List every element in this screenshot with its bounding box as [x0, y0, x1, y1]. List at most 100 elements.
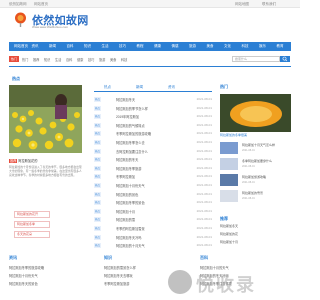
- nav-item[interactable]: 百科: [67, 44, 74, 49]
- bottom-link[interactable]: 冬季阿拉斯加旅游: [104, 281, 130, 286]
- caption-label[interactable]: 推荐 阿拉斯加花的: [9, 158, 82, 163]
- list-item[interactable]: 热点 阿拉斯加十月份天气 2021-08-01: [94, 182, 212, 190]
- right-list-item[interactable]: 阿拉斯加的雪景 2021-08-01: [220, 190, 291, 204]
- list-item-title[interactable]: 阿拉斯加十月: [116, 209, 135, 214]
- search-button[interactable]: [280, 56, 290, 62]
- list-item[interactable]: 热点 2019年阿拉斯加 2021-08-01: [94, 113, 212, 121]
- right-item-title[interactable]: 阿拉斯加的雪景: [242, 191, 263, 195]
- topbar-site-link[interactable]: 依然如故网: [9, 2, 27, 7]
- right-item-title[interactable]: 阿拉斯加十月天气怎么样: [242, 143, 275, 147]
- nav-item[interactable]: 情感: [172, 44, 179, 49]
- bottom-link[interactable]: 阿拉斯加冬季的旅游攻略: [9, 265, 44, 270]
- list-item-title[interactable]: 阿拉斯加的气候特点: [116, 123, 145, 128]
- list-item[interactable]: 热点 冬季阿拉斯加的旅游攻略 2021-08-01: [94, 130, 212, 138]
- nav-item[interactable]: 文化: [224, 44, 231, 49]
- bottom-link[interactable]: 阿拉斯加冬天去哪玩: [104, 273, 133, 278]
- subnav-item[interactable]: 百科: [66, 57, 72, 62]
- list-item[interactable]: 热点 阿拉斯加的景色 2021-08-01: [94, 191, 212, 199]
- list-item[interactable]: 热点 阿拉斯加冬季旅游 2021-08-01: [94, 165, 212, 173]
- topbar-contact-link[interactable]: 联系我们: [262, 2, 276, 7]
- list-item-title[interactable]: 冬季阿拉斯加: [116, 174, 135, 179]
- right-list-item[interactable]: 冬季阿拉斯加要穿什么 2021-08-01: [220, 158, 291, 172]
- nav-item[interactable]: 旅游: [189, 44, 196, 49]
- list-item[interactable]: 热点 阿拉斯加的十月天气 2021-08-01: [94, 242, 212, 250]
- featured-image[interactable]: [9, 85, 82, 153]
- nav-item[interactable]: 资讯: [32, 44, 39, 49]
- nav-item[interactable]: 技巧: [119, 44, 126, 49]
- list-item[interactable]: 热点 阿拉斯加的气候特点 2021-08-01: [94, 122, 212, 130]
- nav-item[interactable]: 健康: [154, 44, 161, 49]
- list-item[interactable]: 热点 去阿拉斯加要注意什么 2021-08-01: [94, 148, 212, 156]
- subnav-item[interactable]: 推荐: [33, 57, 39, 62]
- subnav-item[interactable]: 旅游: [99, 57, 105, 62]
- list-item[interactable]: 热点 阿拉斯加的冬天 2021-08-01: [94, 156, 212, 164]
- thumbnail-image[interactable]: [220, 190, 238, 202]
- search-input[interactable]: 搜索什么: [232, 56, 280, 62]
- list-item-title[interactable]: 阿拉斯加的冬天: [116, 157, 138, 162]
- nav-item[interactable]: 知识: [84, 44, 91, 49]
- left-link[interactable]: 阿拉斯加冬季: [14, 221, 50, 228]
- topbar-sitemap-link[interactable]: 网站地图: [235, 2, 249, 7]
- tab-news[interactable]: 新闻: [136, 85, 143, 90]
- subnav-item[interactable]: 热门: [22, 57, 28, 62]
- subnav-item[interactable]: 科技: [121, 57, 127, 62]
- right-item-title[interactable]: 冬季阿拉斯加要穿什么: [242, 159, 272, 163]
- tab-hot[interactable]: 热点: [104, 85, 111, 90]
- list-item-title[interactable]: 阿拉斯加的景色: [116, 192, 138, 197]
- list-item[interactable]: 热点 阿拉斯加的雪 2021-08-01: [94, 216, 212, 224]
- list-item-title[interactable]: 阿拉斯加十月份天气: [116, 183, 145, 188]
- subnav-item[interactable]: 美食: [110, 57, 116, 62]
- list-item-title[interactable]: 阿拉斯加的雪: [116, 217, 135, 222]
- list-item[interactable]: 热点 阿拉斯加冬天冷吗 2021-08-01: [94, 234, 212, 242]
- right-image-caption[interactable]: 阿拉斯加的冬季很美: [220, 133, 247, 137]
- thumbnail-image[interactable]: [220, 158, 238, 170]
- thumbnail-image[interactable]: [220, 142, 238, 154]
- nav-item[interactable]: 生活: [102, 44, 109, 49]
- list-item-title[interactable]: 阿拉斯加冬季旅游: [116, 166, 142, 171]
- list-item-title[interactable]: 阿拉斯加冬天: [116, 97, 135, 102]
- right-list-item[interactable]: 阿拉斯加十月天气怎么样 2021-08-01: [220, 142, 291, 156]
- subnav-item[interactable]: 技巧: [88, 57, 94, 62]
- topbar-home-link[interactable]: 网站首页: [34, 2, 48, 7]
- list-item-title[interactable]: 阿拉斯加的季节怎么样: [116, 106, 148, 111]
- list-item-title[interactable]: 去阿拉斯加要注意什么: [116, 149, 148, 154]
- bottom-link[interactable]: 阿拉斯加的雪景怎么样: [104, 265, 136, 270]
- right-featured-image[interactable]: [220, 94, 291, 132]
- list-item-title[interactable]: 阿拉斯加的十月天气: [116, 243, 145, 248]
- right-item-title[interactable]: 阿拉斯加旅游攻略: [242, 175, 266, 179]
- nav-item[interactable]: 娱乐: [259, 44, 266, 49]
- nav-item[interactable]: 科技: [242, 44, 249, 49]
- thumbnail-image[interactable]: [220, 174, 238, 186]
- right-link[interactable]: 阿拉斯加十月: [220, 240, 238, 244]
- subnav-item[interactable]: 健康: [77, 57, 83, 62]
- list-item[interactable]: 热点 冬季的阿拉斯加雪景 2021-08-01: [94, 225, 212, 233]
- logo-icon[interactable]: [13, 12, 28, 27]
- list-item[interactable]: 热点 阿拉斯加冬季的景色 2021-08-01: [94, 199, 212, 207]
- list-item-title[interactable]: 阿拉斯加冬季怎么去: [116, 140, 145, 145]
- left-link[interactable]: 冬天的花朵: [14, 231, 50, 238]
- list-item-title[interactable]: 阿拉斯加冬季的景色: [116, 200, 145, 205]
- right-list-item[interactable]: 阿拉斯加旅游攻略 2021-08-01: [220, 174, 291, 188]
- nav-item[interactable]: 美食: [207, 44, 214, 49]
- list-item[interactable]: 热点 阿拉斯加冬天 2021-08-01: [94, 96, 212, 104]
- right-link[interactable]: 阿拉斯加冬天: [220, 224, 238, 228]
- bottom-link[interactable]: 阿拉斯加冬天的景色: [9, 281, 38, 286]
- list-item-title[interactable]: 2019年阿拉斯加: [116, 114, 139, 119]
- bottom-link[interactable]: 阿拉斯加十月份天气: [9, 273, 38, 278]
- list-item-title[interactable]: 冬季阿拉斯加的旅游攻略: [116, 131, 151, 136]
- nav-item[interactable]: 网站首页: [14, 44, 28, 49]
- subnav-item[interactable]: 生活: [55, 57, 61, 62]
- list-item[interactable]: 热点 阿拉斯加冬季怎么去 2021-08-01: [94, 139, 212, 147]
- list-item-title[interactable]: 冬季的阿拉斯加雪景: [116, 226, 145, 231]
- subnav-item[interactable]: 知识: [44, 57, 50, 62]
- nav-item[interactable]: 新闻: [49, 44, 56, 49]
- list-item[interactable]: 热点 冬季阿拉斯加 2021-08-01: [94, 173, 212, 181]
- nav-item[interactable]: 教程: [137, 44, 144, 49]
- right-link[interactable]: 阿拉斯加的花: [220, 232, 238, 236]
- left-link[interactable]: 阿拉斯加的花开: [14, 211, 50, 218]
- list-item[interactable]: 热点 阿拉斯加十月 2021-08-01: [94, 208, 212, 216]
- tab-info[interactable]: 资讯: [168, 85, 175, 90]
- list-item-title[interactable]: 阿拉斯加冬天冷吗: [116, 235, 142, 240]
- nav-item[interactable]: 教育: [277, 44, 284, 49]
- list-item[interactable]: 热点 阿拉斯加的季节怎么样 2021-08-01: [94, 105, 212, 113]
